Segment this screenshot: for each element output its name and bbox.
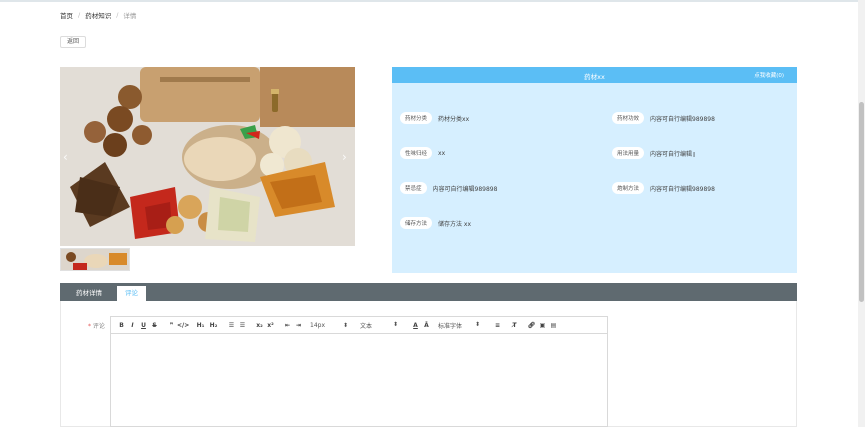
bold-icon[interactable]: B — [116, 322, 127, 329]
text-cursor-icon: I — [693, 151, 696, 159]
thumbnail[interactable] — [60, 248, 130, 271]
heading-2-icon[interactable]: H₂ — [207, 322, 220, 329]
field-label: 药材分类 — [400, 112, 433, 124]
comment-editor[interactable]: B I U S ❞ </> H₁ H₂ ☰ ☰ x₂ x² ⇤ ⇥ 14px ⬍… — [110, 316, 608, 427]
chevron-down-icon: ⬍ — [342, 321, 348, 329]
field-value: 储存方法 xx — [438, 220, 472, 228]
field-label: 用法用量 — [612, 147, 645, 159]
font-size-select[interactable]: 14px ⬍ — [310, 322, 348, 329]
herb-info-panel: 药材xx 点我收藏(0) — [392, 67, 797, 273]
ordered-list-icon[interactable]: ☰ — [226, 322, 237, 329]
field-contraindication: 禁忌症 内容可自行编辑989898 — [400, 182, 497, 194]
field-value: 药材分类xx — [438, 115, 470, 123]
image-icon[interactable]: ▣ — [537, 322, 548, 329]
blockquote-icon[interactable]: ❞ — [166, 322, 177, 329]
align-icon[interactable]: ≡ — [492, 322, 503, 329]
breadcrumb-herb-knowledge[interactable]: 药材知识 — [85, 10, 111, 20]
italic-icon[interactable]: I — [127, 322, 138, 329]
comment-label: * 评论 — [88, 321, 105, 330]
scrollbar[interactable] — [858, 0, 865, 427]
field-label: 炮制方法 — [612, 182, 645, 194]
field-dosage: 用法用量 内容可自行编辑 — [612, 147, 692, 159]
field-label: 药材功效 — [612, 112, 645, 124]
indent-icon[interactable]: ⇥ — [293, 322, 304, 329]
field-value: 内容可自行编辑989898 — [432, 185, 498, 193]
field-efficacy: 药材功效 内容可自行编辑989898 — [612, 112, 715, 124]
page: 首页 / 药材知识 / 详情 返回 ‹ › 药材xx 点我收藏(0) 药材分类 … — [0, 0, 865, 427]
back-button[interactable]: 返回 — [60, 36, 86, 48]
next-image-arrow[interactable]: › — [342, 150, 347, 164]
video-icon[interactable]: ▤ — [548, 322, 559, 329]
field-nature: 性味归经 xx — [400, 147, 445, 159]
breadcrumb: 首页 / 药材知识 / 详情 — [60, 10, 136, 20]
font-color-icon[interactable]: A — [410, 322, 421, 329]
field-label: 禁忌症 — [400, 182, 427, 194]
field-processing: 炮制方法 内容可自行编辑989898 — [612, 182, 715, 194]
top-divider — [0, 0, 865, 2]
block-format-select[interactable]: 文本 ⬍ — [360, 321, 398, 330]
strikethrough-icon[interactable]: S — [149, 322, 160, 329]
field-label: 性味归经 — [400, 147, 433, 159]
breadcrumb-separator: / — [78, 11, 81, 19]
product-image — [60, 67, 355, 246]
breadcrumb-home[interactable]: 首页 — [60, 10, 73, 20]
chevron-down-icon: ⬍ — [474, 320, 480, 328]
prev-image-arrow[interactable]: ‹ — [63, 150, 68, 164]
herbs-thumbnail-photo — [61, 249, 129, 270]
background-color-icon[interactable]: Ā — [421, 322, 432, 329]
breadcrumb-separator: / — [116, 11, 119, 19]
detail-tabs: 药材详情 评论 — [60, 283, 797, 301]
field-storage: 储存方法 储存方法 xx — [400, 217, 471, 229]
heading-1-icon[interactable]: H₁ — [194, 322, 207, 329]
breadcrumb-current: 详情 — [123, 12, 137, 20]
field-value: 内容可自行编辑989898 — [650, 185, 715, 193]
bullet-list-icon[interactable]: ☰ — [237, 322, 248, 329]
favorite-button[interactable]: 点我收藏(0) — [754, 71, 784, 79]
required-mark: * — [88, 323, 91, 330]
superscript-icon[interactable]: x² — [265, 322, 276, 329]
comment-label-text: 评论 — [92, 323, 105, 330]
field-value: 内容可自行编辑 — [650, 150, 693, 158]
field-value: 内容可自行编辑989898 — [650, 115, 715, 123]
block-format-value: 文本 — [360, 322, 373, 330]
clear-format-icon[interactable]: T̸ — [509, 322, 520, 329]
outdent-icon[interactable]: ⇤ — [282, 322, 293, 329]
herb-title: 药材xx — [584, 73, 605, 81]
scrollbar-thumb[interactable] — [859, 102, 864, 302]
tab-herb-details[interactable]: 药材详情 — [68, 286, 110, 301]
subscript-icon[interactable]: x₂ — [254, 322, 265, 329]
link-icon[interactable]: 🔗︎ — [526, 322, 537, 329]
underline-icon[interactable]: U — [138, 322, 149, 329]
font-family-select[interactable]: 标准字体 ⬍ — [438, 321, 480, 330]
herbs-photo — [60, 67, 355, 246]
tab-comments[interactable]: 评论 — [117, 286, 146, 301]
field-value: xx — [438, 149, 446, 157]
chevron-down-icon: ⬍ — [392, 320, 398, 328]
info-header: 药材xx 点我收藏(0) — [392, 67, 797, 83]
font-size-value: 14px — [310, 321, 325, 329]
font-family-value: 标准字体 — [438, 322, 463, 330]
editor-toolbar: B I U S ❞ </> H₁ H₂ ☰ ☰ x₂ x² ⇤ ⇥ 14px ⬍… — [111, 317, 607, 334]
field-category: 药材分类 药材分类xx — [400, 112, 469, 124]
code-block-icon[interactable]: </> — [177, 322, 189, 329]
field-label: 储存方法 — [400, 217, 433, 229]
